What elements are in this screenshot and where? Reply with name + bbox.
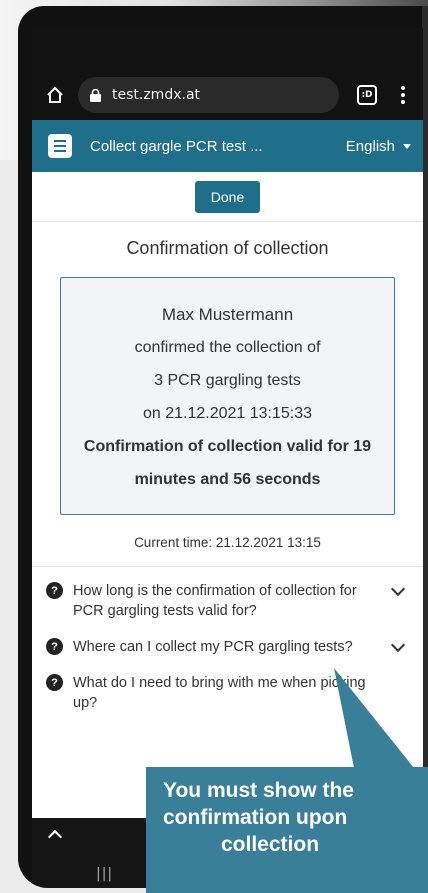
- home-icon[interactable]: [44, 84, 66, 106]
- tabs-icon[interactable]: :D: [357, 85, 377, 105]
- question-icon: ?: [46, 674, 63, 691]
- callout-line-2: confirmation upon: [163, 806, 348, 829]
- lock-icon: [90, 88, 104, 102]
- url-text: test.zmdx.at: [112, 87, 201, 103]
- test-count: 3 PCR gargling tests: [154, 372, 301, 389]
- app-title: Collect gargle PCR test ...: [90, 137, 263, 155]
- faq-question: How long is the confirmation of collecti…: [73, 583, 357, 619]
- validity-line-2: minutes and 56 seconds: [134, 471, 321, 488]
- validity-line-1: Confirmation of collection valid for 19: [83, 438, 372, 455]
- chevron-down-icon[interactable]: [390, 637, 406, 653]
- question-icon: ?: [46, 638, 63, 655]
- faq-item[interactable]: ? How long is the confirmation of collec…: [46, 581, 407, 621]
- more-options-icon[interactable]: [393, 86, 413, 104]
- done-button[interactable]: Done: [194, 180, 261, 213]
- browser-toolbar: test.zmdx.at :D: [32, 70, 423, 120]
- callout-line-3: collection: [221, 833, 320, 856]
- confirmation-timestamp: on 21.12.2021 13:15:33: [142, 405, 313, 422]
- language-selector[interactable]: English: [346, 138, 411, 155]
- recent-apps-icon[interactable]: |||: [96, 866, 113, 882]
- callout-pointer: [334, 668, 414, 768]
- current-time: Current time: 21.12.2021 13:15: [32, 515, 423, 567]
- callout-box: You must show the confirmation upon coll…: [146, 767, 428, 893]
- person-name: Max Mustermann: [161, 305, 294, 324]
- caret-down-icon: [403, 143, 411, 149]
- done-bar: Done: [32, 172, 423, 222]
- hamburger-menu-icon[interactable]: [48, 134, 72, 158]
- page-title: Confirmation of collection: [126, 238, 329, 258]
- confirmation-text: confirmed the collection of: [134, 339, 321, 356]
- callout-line-1: You must show the: [163, 779, 354, 802]
- confirmation-card: Max Mustermann confirmed the collection …: [60, 277, 395, 515]
- language-label: English: [345, 137, 395, 155]
- question-icon: ?: [46, 582, 63, 599]
- chevron-down-icon[interactable]: [390, 581, 406, 597]
- faq-item[interactable]: ? Where can I collect my PCR gargling te…: [46, 637, 407, 657]
- status-bar: [32, 28, 423, 70]
- address-bar[interactable]: test.zmdx.at: [78, 77, 339, 113]
- chevron-up-icon[interactable]: [47, 829, 63, 845]
- app-bar: Collect gargle PCR test ... English: [32, 120, 423, 172]
- faq-question: Where can I collect my PCR gargling test…: [73, 639, 353, 655]
